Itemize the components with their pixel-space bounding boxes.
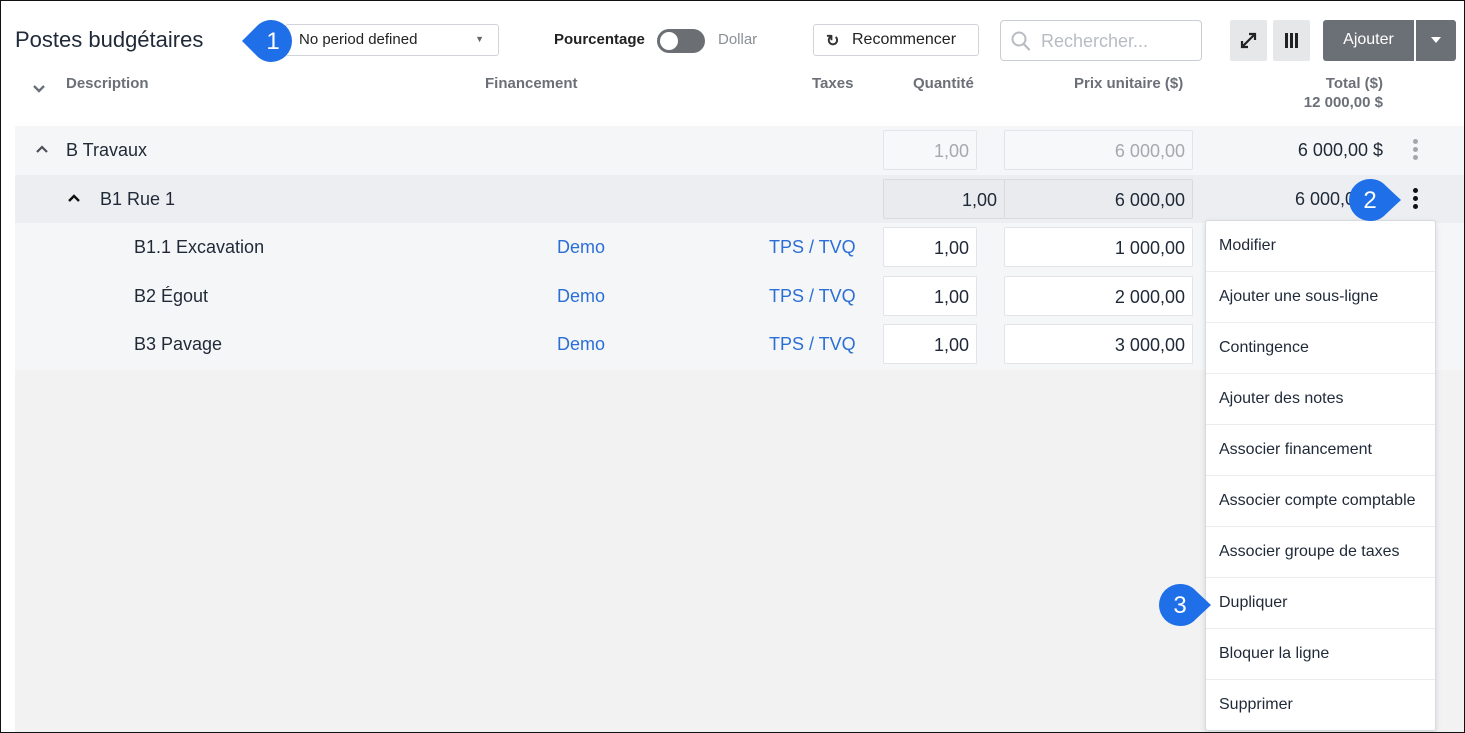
taxes-link[interactable]: TPS / TVQ	[769, 286, 856, 307]
row-context-menu: Modifier Ajouter une sous-ligne Continge…	[1205, 220, 1436, 731]
menu-item-lock-line[interactable]: Bloquer la ligne	[1206, 629, 1435, 680]
add-dropdown-button[interactable]	[1416, 20, 1456, 61]
col-unit-price[interactable]: Prix unitaire ($)	[1074, 75, 1183, 92]
columns-icon	[1285, 33, 1298, 48]
page-title: Postes budgétaires	[15, 27, 204, 52]
row-description: B1.1 Excavation	[134, 237, 265, 257]
menu-item-delete[interactable]: Supprimer	[1206, 680, 1435, 731]
col-total[interactable]: Total ($)	[1263, 75, 1383, 92]
expand-icon	[1240, 32, 1257, 49]
table-row[interactable]: B1 Rue 1 1,00 6 000,00 6 000,0	[15, 175, 1464, 223]
menu-item-duplicate[interactable]: Dupliquer	[1206, 578, 1435, 629]
menu-item-edit[interactable]: Modifier	[1206, 221, 1435, 272]
col-quantity[interactable]: Quantité	[913, 75, 974, 92]
menu-item-assign-tax-group[interactable]: Associer groupe de taxes	[1206, 527, 1435, 578]
caret-down-icon	[1431, 37, 1441, 43]
percent-label: Pourcentage	[554, 31, 645, 48]
quantity-field[interactable]: 1,00	[883, 276, 977, 316]
row-menu-icon[interactable]	[1413, 188, 1419, 212]
callout-1-number: 1	[266, 28, 279, 55]
col-description[interactable]: Description	[66, 75, 149, 92]
search-box[interactable]	[1000, 20, 1202, 61]
chevron-up-icon[interactable]	[35, 144, 49, 154]
quantity-field: 1,00	[883, 130, 977, 170]
callout-1: 1	[242, 19, 293, 62]
refresh-icon: ↻	[826, 33, 840, 50]
unit-price-field[interactable]: 6 000,00	[1004, 179, 1193, 219]
unit-price-field: 6 000,00	[1004, 130, 1193, 170]
row-description: B2 Égout	[134, 286, 209, 306]
row-description: B3 Pavage	[134, 334, 223, 354]
add-button[interactable]: Ajouter	[1323, 20, 1414, 61]
row-description: B1 Rue 1	[100, 189, 176, 209]
col-financing[interactable]: Financement	[485, 75, 578, 92]
row-description: B Travaux	[66, 140, 148, 160]
period-select[interactable]: No period defined ▼	[285, 24, 499, 56]
financing-link[interactable]: Demo	[557, 334, 605, 355]
reset-button-label: Recommencer	[852, 31, 957, 48]
dollar-label: Dollar	[718, 31, 758, 48]
menu-item-assign-financing[interactable]: Associer financement	[1206, 425, 1435, 476]
callout-3-number: 3	[1173, 592, 1186, 619]
menu-item-add-subline[interactable]: Ajouter une sous-ligne	[1206, 272, 1435, 323]
grand-total: 12 000,00 $	[1303, 94, 1383, 111]
budget-items-screen: Postes budgétaires No period defined ▼ P…	[0, 0, 1465, 733]
percent-dollar-toggle[interactable]	[657, 29, 705, 53]
menu-item-assign-account[interactable]: Associer compte comptable	[1206, 476, 1435, 527]
table-row[interactable]: B Travaux 1,00 6 000,00 6 000,00 $	[15, 126, 1464, 174]
callout-2: 2	[1348, 178, 1401, 222]
taxes-link[interactable]: TPS / TVQ	[769, 237, 856, 258]
row-menu-icon[interactable]	[1413, 139, 1419, 163]
callout-2-number: 2	[1363, 187, 1376, 214]
chevron-up-icon[interactable]	[67, 193, 81, 203]
search-input[interactable]	[1041, 30, 1191, 52]
unit-price-field[interactable]: 1 000,00	[1004, 227, 1193, 267]
collapse-all-icon[interactable]	[31, 81, 47, 95]
quantity-field[interactable]: 1,00	[883, 179, 1005, 219]
quantity-field[interactable]: 1,00	[883, 324, 977, 364]
col-taxes[interactable]: Taxes	[812, 75, 853, 92]
callout-3: 3	[1158, 583, 1211, 627]
financing-link[interactable]: Demo	[557, 237, 605, 258]
expand-button[interactable]	[1230, 20, 1267, 61]
toggle-knob	[660, 32, 678, 50]
row-total: 6 000,00 $	[1297, 140, 1383, 160]
reset-button[interactable]: ↻ Recommencer	[813, 24, 979, 56]
unit-price-field[interactable]: 2 000,00	[1004, 276, 1193, 316]
chevron-down-icon: ▼	[475, 34, 484, 44]
columns-button[interactable]	[1273, 20, 1310, 61]
menu-item-contingency[interactable]: Contingence	[1206, 323, 1435, 374]
financing-link[interactable]: Demo	[557, 286, 605, 307]
search-icon	[1011, 31, 1031, 51]
menu-item-add-notes[interactable]: Ajouter des notes	[1206, 374, 1435, 425]
period-select-value: No period defined	[299, 31, 418, 48]
taxes-link[interactable]: TPS / TVQ	[769, 334, 856, 355]
quantity-field[interactable]: 1,00	[883, 227, 977, 267]
unit-price-field[interactable]: 3 000,00	[1004, 324, 1193, 364]
